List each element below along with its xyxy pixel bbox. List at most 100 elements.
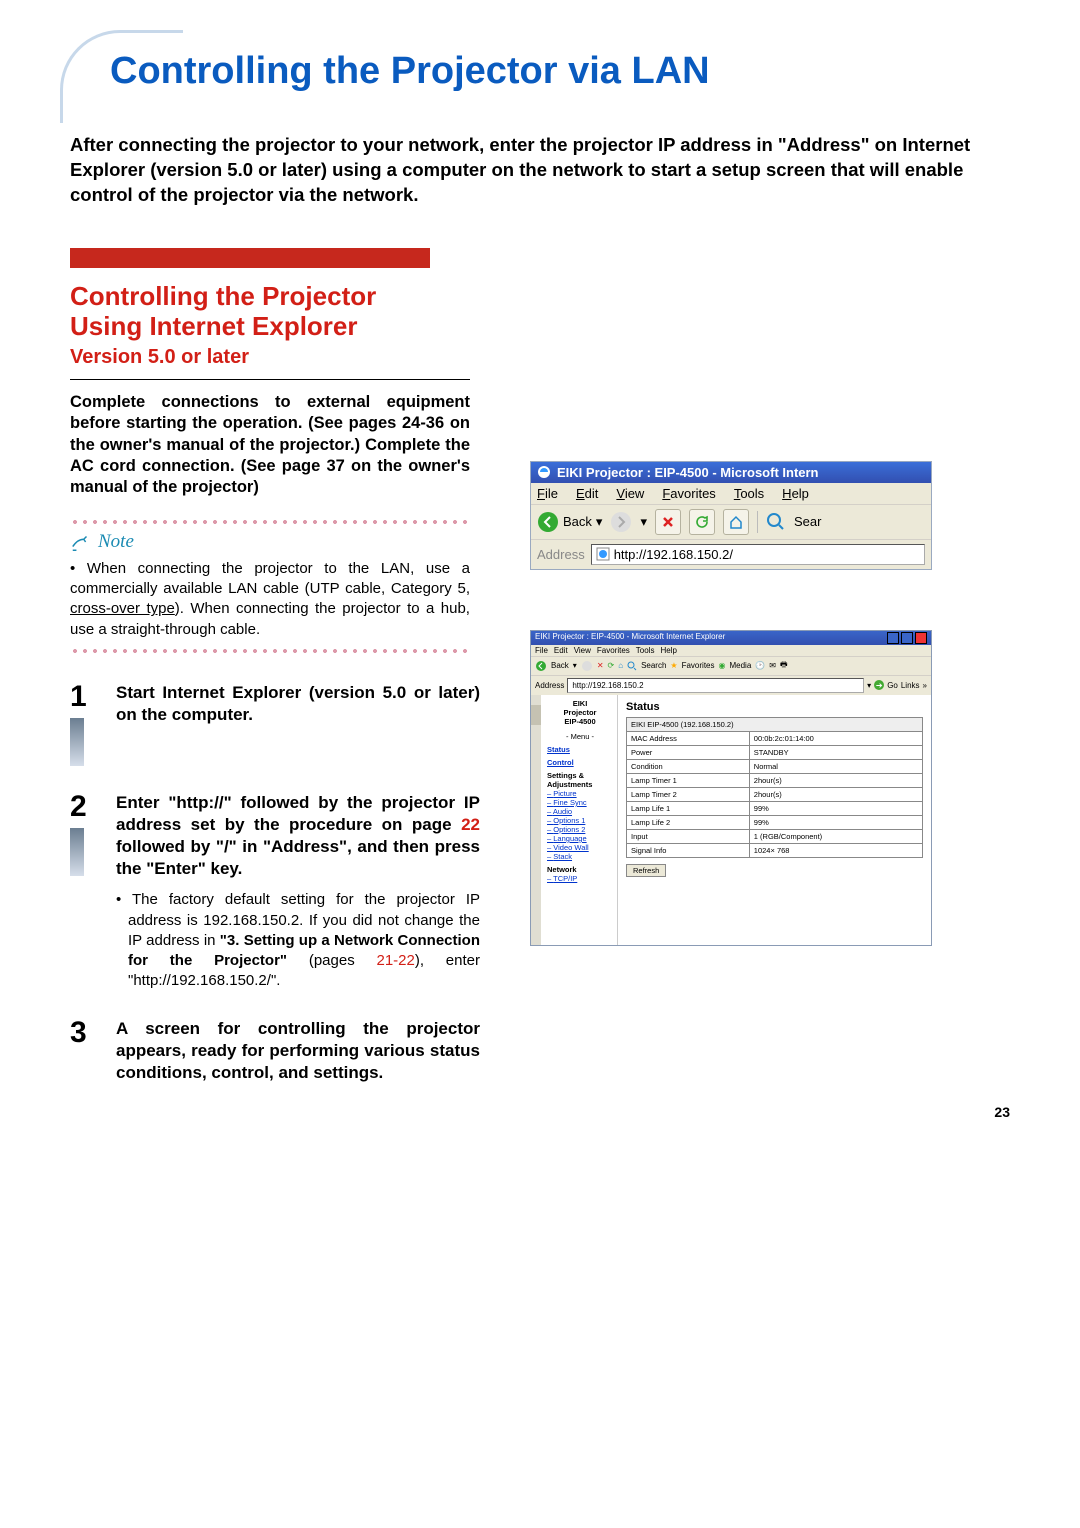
history-icon[interactable]: 🕑 <box>755 661 765 670</box>
table-row: Lamp Life 199% <box>627 801 923 815</box>
table-row: Lamp Timer 12hour(s) <box>627 773 923 787</box>
search-label[interactable]: Search <box>641 661 666 670</box>
scrollbar[interactable] <box>531 695 541 945</box>
step-number: 1 <box>70 682 100 712</box>
page-title: Controlling the Projector via LAN <box>110 50 1010 93</box>
sidebar-brand: EIKI Projector EIP-4500 <box>547 699 613 726</box>
page-number: 23 <box>994 1104 1010 1120</box>
print-icon[interactable]: 🖶 <box>780 659 788 673</box>
minimize-button[interactable] <box>887 632 899 644</box>
forward-button[interactable] <box>581 660 593 672</box>
window-titlebar: EIKI Projector : EIP-4500 - Microsoft In… <box>531 462 931 483</box>
media-icon[interactable]: ◉ <box>719 661 726 670</box>
menu-view[interactable]: View <box>574 646 591 655</box>
step-3: 3 A screen for controlling the projector… <box>70 1018 480 1084</box>
search-icon[interactable] <box>627 661 637 671</box>
intro-paragraph: After connecting the projector to your n… <box>70 133 1010 208</box>
window-titlebar: EIKI Projector : EIP-4500 - Microsoft In… <box>531 631 931 645</box>
main-panel: Status EIKI EIP-4500 (192.168.150.2) MAC… <box>618 695 931 945</box>
stop-button[interactable]: ✕ <box>597 661 604 670</box>
sidebar-item-network: Network <box>547 865 613 874</box>
ie-icon <box>537 465 551 479</box>
sidebar-item-status[interactable]: Status <box>547 745 613 754</box>
prep-text: Complete connections to external equipme… <box>70 392 470 499</box>
home-button[interactable] <box>723 509 749 535</box>
address-input[interactable]: http://192.168.150.2 <box>567 678 864 693</box>
note-box: Note • When connecting the projector to … <box>70 531 470 640</box>
step-text: Enter "http://" followed by the projecto… <box>116 792 480 880</box>
menu-edit[interactable]: Edit <box>576 486 598 501</box>
section-title: Controlling the Projector Using Internet… <box>70 282 490 342</box>
table-row: MAC Address00:0b:2c:01:14:00 <box>627 731 923 745</box>
address-bar: Address http://192.168.150.2/ <box>531 539 931 569</box>
device-row: EIKI EIP-4500 (192.168.150.2) <box>627 717 923 731</box>
menu-edit[interactable]: Edit <box>554 646 568 655</box>
note-label: Note <box>98 531 134 553</box>
sidebar-item-tcpip[interactable]: – TCP/IP <box>547 874 613 883</box>
sidebar-item-control[interactable]: Control <box>547 758 613 767</box>
dots-divider <box>70 648 470 654</box>
step-subtext: The factory default setting for the proj… <box>116 890 480 991</box>
menu-tools[interactable]: Tools <box>734 486 764 501</box>
menubar: File Edit View Favorites Tools Help <box>531 483 931 504</box>
status-heading: Status <box>626 701 923 713</box>
address-label: Address <box>535 681 564 690</box>
search-label[interactable]: Sear <box>794 514 821 529</box>
sidebar-item-stack[interactable]: – Stack <box>547 852 613 861</box>
menu-help[interactable]: Help <box>782 486 809 501</box>
toolbar: Back ▾ ▾ Sear <box>531 504 931 539</box>
divider <box>70 379 470 380</box>
home-button[interactable]: ⌂ <box>618 661 623 670</box>
page-icon <box>596 547 610 561</box>
dots-divider <box>70 519 470 525</box>
stop-button[interactable] <box>655 509 681 535</box>
hand-write-icon <box>70 531 92 553</box>
address-input[interactable]: http://192.168.150.2/ <box>591 544 925 565</box>
favorites-icon[interactable]: ★ <box>670 661 677 670</box>
sidebar-item-audio[interactable]: – Audio <box>547 807 613 816</box>
step-2: 2 Enter "http://" followed by the projec… <box>70 792 480 992</box>
sidebar: EIKI Projector EIP-4500 - Menu - Status … <box>531 695 618 945</box>
menu-file[interactable]: File <box>537 486 558 501</box>
sidebar-item-videowall[interactable]: – Video Wall <box>547 843 613 852</box>
maximize-button[interactable] <box>901 632 913 644</box>
address-bar: Address http://192.168.150.2 ▾ ➔ Go Link… <box>531 675 931 695</box>
back-button[interactable] <box>535 660 547 672</box>
table-row: PowerSTANDBY <box>627 745 923 759</box>
go-label[interactable]: Go <box>887 681 898 690</box>
back-button[interactable]: Back ▾ <box>537 511 602 533</box>
menu-favorites[interactable]: Favorites <box>662 486 715 501</box>
sidebar-item-picture[interactable]: – Picture <box>547 789 613 798</box>
refresh-button[interactable]: ⟳ <box>608 661 615 670</box>
step-text: A screen for controlling the projector a… <box>116 1018 480 1084</box>
step-gradient <box>70 718 84 766</box>
sidebar-item-language[interactable]: – Language <box>547 834 613 843</box>
address-label: Address <box>537 547 585 562</box>
menu-tools[interactable]: Tools <box>636 646 655 655</box>
dropdown-icon[interactable]: ▾ <box>867 681 871 690</box>
menu-help[interactable]: Help <box>660 646 676 655</box>
refresh-button[interactable] <box>689 509 715 535</box>
step-1: 1 Start Internet Explorer (version 5.0 o… <box>70 682 480 766</box>
step-gradient <box>70 828 84 876</box>
sidebar-item-options1[interactable]: – Options 1 <box>547 816 613 825</box>
step-text: Start Internet Explorer (version 5.0 or … <box>116 682 480 726</box>
sidebar-item-finesync[interactable]: – Fine Sync <box>547 798 613 807</box>
section-version: Version 5.0 or later <box>70 346 490 369</box>
links-label[interactable]: Links <box>901 681 920 690</box>
browser-screenshot-2: EIKI Projector : EIP-4500 - Microsoft In… <box>530 630 932 946</box>
forward-button[interactable] <box>610 511 632 533</box>
mail-icon[interactable]: ✉ <box>769 661 776 670</box>
sidebar-item-options2[interactable]: – Options 2 <box>547 825 613 834</box>
table-row: Lamp Life 299% <box>627 815 923 829</box>
close-button[interactable] <box>915 632 927 644</box>
go-button[interactable]: ➔ <box>874 680 884 690</box>
note-body: • When connecting the projector to the L… <box>70 559 470 640</box>
menu-favorites[interactable]: Favorites <box>597 646 630 655</box>
menu-view[interactable]: View <box>616 486 644 501</box>
decorative-swoosh <box>60 30 183 123</box>
search-icon[interactable] <box>766 512 786 532</box>
menu-file[interactable]: File <box>535 646 548 655</box>
refresh-button[interactable]: Refresh <box>626 864 666 877</box>
toolbar: Back ▾ ✕ ⟳ ⌂ Search ★Favorites ◉Media 🕑 … <box>531 656 931 675</box>
